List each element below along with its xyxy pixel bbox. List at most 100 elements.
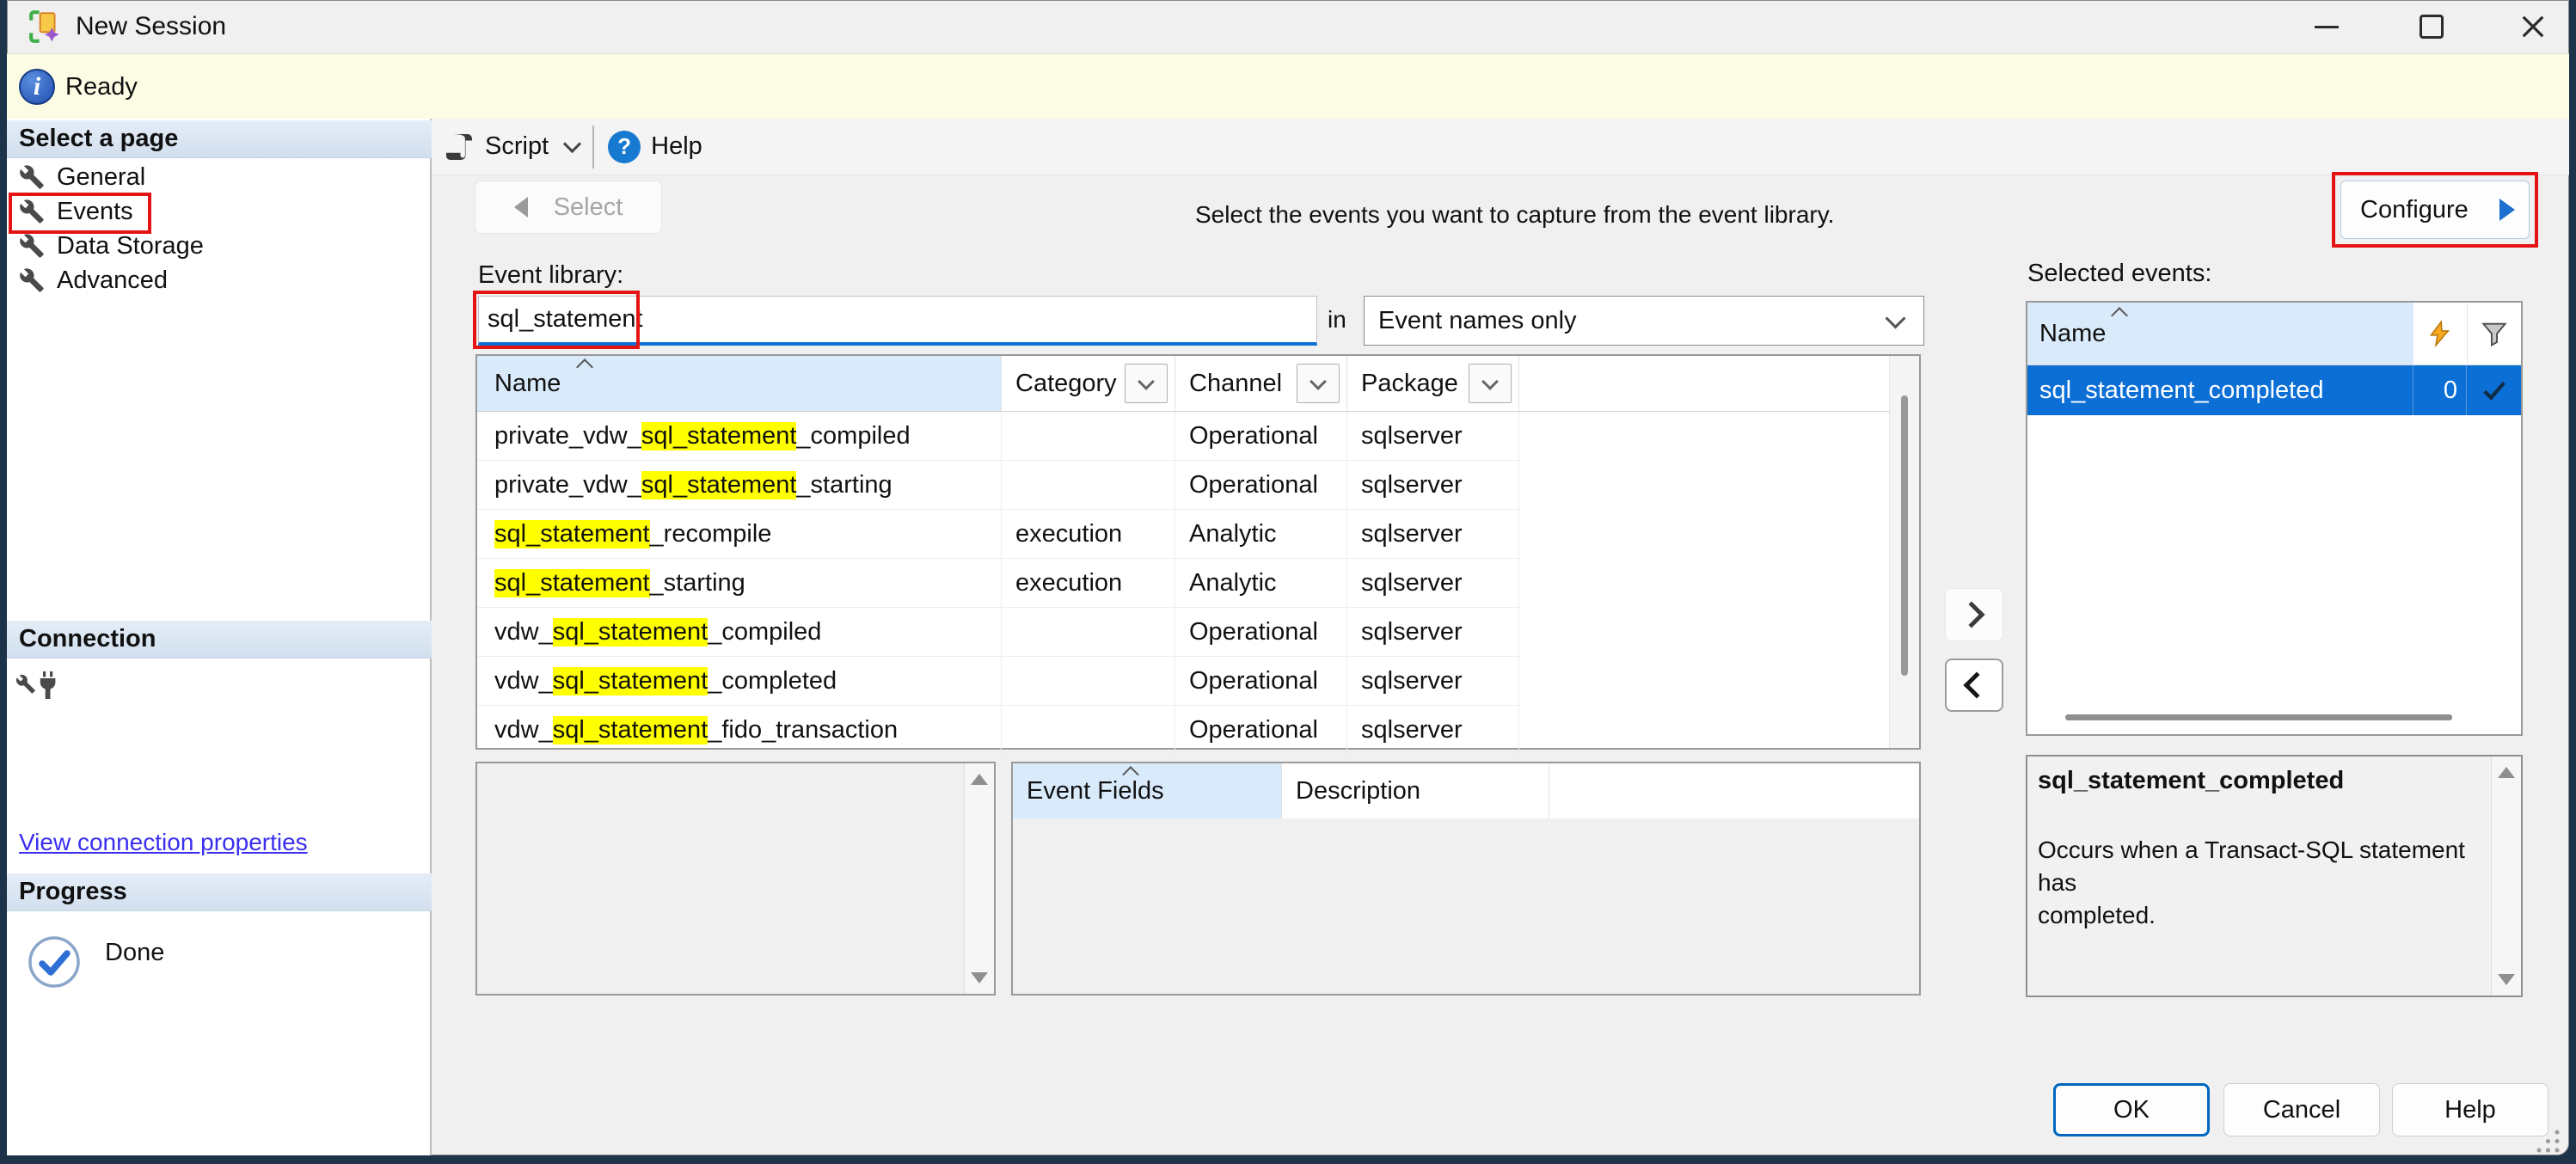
search-match-highlight: sql_statement <box>553 618 708 646</box>
scroll-up-icon[interactable] <box>2498 767 2515 778</box>
events-highlight-annotation <box>9 193 151 234</box>
chevron-down-icon <box>1481 373 1499 390</box>
chevron-down-icon <box>1885 308 1905 328</box>
package-cell: sqlserver <box>1347 510 1519 558</box>
sidebar-item-advanced[interactable]: Advanced <box>7 263 432 297</box>
panel-scrollbar[interactable] <box>964 763 994 994</box>
help-button[interactable]: Help <box>2392 1083 2548 1136</box>
column-header-event-fields[interactable]: Event Fields <box>1013 763 1281 818</box>
event-name-cell: private_vdw_sql_statement_starting <box>477 461 1002 509</box>
event-description-panel: sql_statement_completed Occurs when a Tr… <box>2026 755 2523 997</box>
column-header-actions[interactable] <box>2413 303 2467 365</box>
maximize-button[interactable] <box>2406 9 2457 45</box>
column-label: Name <box>2039 320 2106 348</box>
search-match-highlight: sql_statement <box>494 569 650 597</box>
fields-table-header: Event Fields Description <box>1013 763 1919 818</box>
chevron-down-icon <box>1138 373 1155 390</box>
select-page-button[interactable]: Select <box>475 181 662 234</box>
selected-event-filter-cell <box>2466 365 2521 415</box>
minimize-button[interactable] <box>2301 9 2352 45</box>
column-label: Channel <box>1189 370 1282 398</box>
connection-header: Connection <box>7 621 432 659</box>
ok-button[interactable]: OK <box>2053 1083 2210 1136</box>
column-header-description[interactable]: Description <box>1281 763 1549 818</box>
info-icon: i <box>19 69 55 105</box>
toolbar-separator <box>592 126 594 168</box>
category-filter-button[interactable] <box>1125 364 1168 403</box>
category-cell <box>1002 706 1175 754</box>
close-button[interactable] <box>2507 9 2559 45</box>
title-bar[interactable]: New Session <box>7 0 2569 53</box>
library-table-scrollbar[interactable] <box>1889 356 1919 748</box>
library-table-header: Name Category Channel Package <box>477 356 1919 412</box>
progress-status: Done <box>105 939 164 967</box>
event-library-label: Event library: <box>478 261 623 290</box>
selected-event-action-count: 0 <box>2413 365 2466 415</box>
description-body: Occurs when a Transact-SQL statement has… <box>2038 834 2485 932</box>
new-session-dialog: New Session i Ready Select a page Genera… <box>0 0 2576 1164</box>
column-header-channel[interactable]: Channel <box>1175 356 1347 411</box>
search-scope-dropdown[interactable]: Event names only <box>1364 296 1924 346</box>
table-row[interactable]: vdw_sql_statement_fido_transaction Opera… <box>477 706 1519 755</box>
event-library-table: Name Category Channel Package private_vd… <box>475 354 1921 750</box>
event-name-cell: private_vdw_sql_statement_compiled <box>477 412 1002 460</box>
column-header-name[interactable]: Name <box>2027 303 2413 365</box>
maximize-icon <box>2420 15 2444 39</box>
column-header-category[interactable]: Category <box>1002 356 1175 411</box>
channel-cell: Operational <box>1175 608 1347 656</box>
status-text: Ready <box>65 54 138 119</box>
search-match-highlight: sql_statement <box>641 422 797 450</box>
wrench-icon <box>19 233 45 259</box>
description-scrollbar[interactable] <box>2491 757 2521 996</box>
category-cell <box>1002 657 1175 705</box>
progress-header: Progress <box>7 873 432 911</box>
column-header-filter[interactable] <box>2467 303 2521 365</box>
cancel-button[interactable]: Cancel <box>2223 1083 2380 1136</box>
package-cell: sqlserver <box>1347 559 1519 607</box>
view-connection-properties-link[interactable]: View connection properties <box>19 829 308 856</box>
add-event-button[interactable] <box>1945 588 2003 641</box>
scroll-up-icon[interactable] <box>971 774 988 785</box>
search-match-highlight: sql_statement <box>553 716 708 744</box>
help-label: Help <box>651 132 702 161</box>
remove-event-button[interactable] <box>1945 659 2003 712</box>
arrow-left-icon <box>514 197 528 217</box>
sidebar-item-data-storage[interactable]: Data Storage <box>7 229 432 263</box>
scope-value: Event names only <box>1365 307 1888 335</box>
sidebar-item-general[interactable]: General <box>7 160 432 194</box>
package-cell: sqlserver <box>1347 657 1519 705</box>
script-button[interactable]: Script <box>444 131 579 163</box>
column-label: Event Fields <box>1027 777 1164 806</box>
package-filter-button[interactable] <box>1469 364 1512 403</box>
table-row[interactable]: vdw_sql_statement_completed Operational … <box>477 657 1519 706</box>
table-row[interactable]: private_vdw_sql_statement_compiled Opera… <box>477 412 1519 461</box>
channel-cell: Analytic <box>1175 559 1347 607</box>
scrollbar-thumb[interactable] <box>1901 395 1908 676</box>
horizontal-scrollbar-thumb[interactable] <box>2065 714 2452 720</box>
in-label: in <box>1328 306 1346 334</box>
scroll-down-icon[interactable] <box>2498 974 2515 985</box>
event-name-cell: vdw_sql_statement_completed <box>477 657 1002 705</box>
window-title: New Session <box>76 0 226 53</box>
table-row[interactable]: sql_statement_starting execution Analyti… <box>477 559 1519 608</box>
selected-event-row[interactable]: sql_statement_completed 0 <box>2027 365 2521 415</box>
event-name-cell: vdw_sql_statement_fido_transaction <box>477 706 1002 754</box>
channel-filter-button[interactable] <box>1297 364 1340 403</box>
sidebar-item-label: Data Storage <box>57 232 204 260</box>
package-cell: sqlserver <box>1347 461 1519 509</box>
script-scroll-icon <box>444 131 475 163</box>
category-cell: execution <box>1002 559 1175 607</box>
event-detail-empty-panel <box>475 762 996 996</box>
close-icon <box>2520 14 2546 40</box>
help-toolbar-button[interactable]: ? Help <box>608 131 702 163</box>
table-row[interactable]: sql_statement_recompile execution Analyt… <box>477 510 1519 559</box>
chevron-down-icon <box>563 135 581 153</box>
column-header-package[interactable]: Package <box>1347 356 1519 411</box>
column-header-name[interactable]: Name <box>477 356 1002 411</box>
table-row[interactable]: private_vdw_sql_statement_starting Opera… <box>477 461 1519 510</box>
table-row[interactable]: vdw_sql_statement_compiled Operational s… <box>477 608 1519 657</box>
event-fields-table: Event Fields Description <box>1011 762 1921 996</box>
scroll-down-icon[interactable] <box>971 972 988 983</box>
resize-grip[interactable] <box>2531 1124 2562 1160</box>
column-label: Name <box>494 370 561 398</box>
